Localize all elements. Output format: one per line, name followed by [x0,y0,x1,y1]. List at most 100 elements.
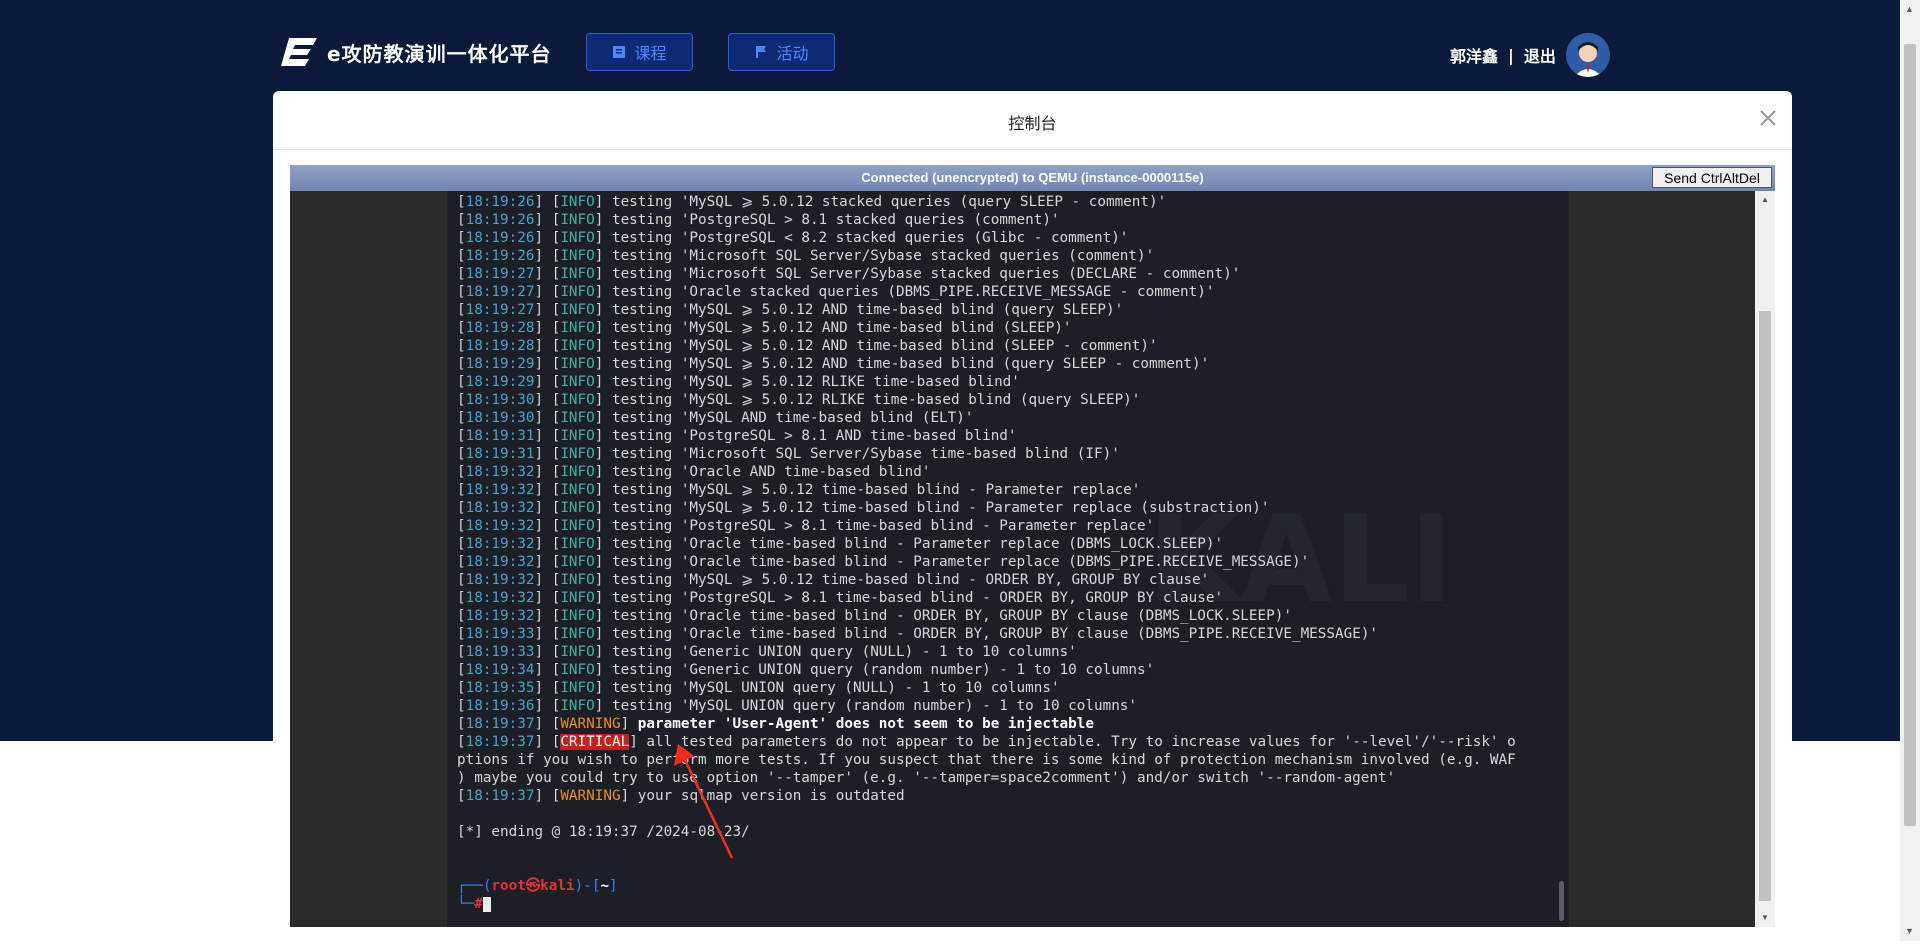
vnc-scrollbar-thumb[interactable] [1759,311,1771,901]
log-line: [18:19:34] [INFO] testing 'Generic UNION… [457,662,1155,678]
log-timestamp: 18:19:26 [465,212,535,228]
log-level: INFO [560,662,595,678]
log-line: [18:19:27] [INFO] testing 'MySQL ⩾ 5.0.1… [457,302,1124,318]
nav-activity-button[interactable]: 活动 [728,33,835,71]
scroll-down-icon[interactable]: ▼ [1905,926,1914,936]
brand-logo[interactable]: e攻防教演训一体化平台 [281,36,552,68]
log-line: [18:19:28] [INFO] testing 'MySQL ⩾ 5.0.1… [457,338,1158,354]
log-level: INFO [560,608,595,624]
log-message: testing 'Oracle time-based blind - ORDER… [603,608,1292,624]
log-level: INFO [560,464,595,480]
page-scrollbar-thumb[interactable] [1904,44,1916,826]
vnc-connection-status: Connected (unencrypted) to QEMU (instanc… [861,170,1204,185]
log-message: parameter 'User-Agent' does not seem to … [629,716,1094,732]
close-icon[interactable] [1753,103,1783,133]
log-message: ) maybe you could try to use option '--t… [457,770,1396,786]
brand-name: e攻防教演训一体化平台 [327,41,552,66]
terminal-screen[interactable]: KALI [18:19:26] [INFO] testing 'MySQL ⩾ … [447,191,1569,927]
log-message: testing 'Oracle time-based blind - Param… [603,536,1224,552]
log-message: testing 'PostgreSQL > 8.1 time-based bli… [603,590,1224,606]
prompt-frame: )-[ [574,878,601,894]
annotation-arrow-icon [674,744,734,859]
log-level: INFO [560,590,595,606]
log-level: INFO [560,392,595,408]
terminal-scrollbar[interactable] [1559,881,1564,921]
vnc-scroll-down-icon[interactable]: ▼ [1761,913,1769,922]
modal-title: 控制台 [1008,114,1057,133]
log-timestamp: 18:19:32 [465,554,535,570]
log-timestamp: 18:19:36 [465,698,535,714]
vnc-scroll-up-icon[interactable]: ▲ [1761,195,1769,204]
log-line: [18:19:32] [INFO] testing 'MySQL ⩾ 5.0.1… [457,572,1210,588]
log-line: [18:19:26] [INFO] testing 'MySQL ⩾ 5.0.1… [457,194,1167,210]
log-timestamp: 18:19:29 [465,374,535,390]
book-icon [613,46,626,58]
log-level: INFO [560,248,595,264]
log-line: [18:19:32] [INFO] testing 'Oracle time-b… [457,536,1224,552]
log-timestamp: 18:19:37 [465,734,535,750]
log-level: INFO [560,500,595,516]
log-level: INFO [560,572,595,588]
shell-input-line: └─# [457,895,1516,913]
log-timestamp: 18:19:32 [465,518,535,534]
log-message: all tested parameters do not appear to b… [637,734,1516,750]
log-level: INFO [560,230,595,246]
send-ctrlaltdel-button[interactable]: Send CtrlAltDel [1652,167,1772,188]
log-level: INFO [560,212,595,228]
log-message: testing 'PostgreSQL > 8.1 time-based bli… [603,518,1155,534]
log-message: testing 'Microsoft SQL Server/Sybase tim… [603,446,1120,462]
log-line: [18:19:29] [INFO] testing 'MySQL ⩾ 5.0.1… [457,356,1210,372]
log-line: [18:19:32] [INFO] testing 'PostgreSQL > … [457,590,1224,606]
log-line: [18:19:32] [INFO] testing 'Oracle time-b… [457,554,1310,570]
log-level: INFO [560,284,595,300]
log-level: INFO [560,266,595,282]
terminal-cursor[interactable] [482,896,491,912]
log-timestamp: 18:19:30 [465,410,535,426]
log-line: [18:19:28] [INFO] testing 'MySQL ⩾ 5.0.1… [457,320,1072,336]
vnc-canvas[interactable]: KALI [18:19:26] [INFO] testing 'MySQL ⩾ … [290,191,1755,927]
log-timestamp: 18:19:37 [465,788,535,804]
scroll-up-icon[interactable]: ▲ [1905,4,1914,14]
modal-header: 控制台 [273,91,1792,150]
log-message: testing 'MySQL ⩾ 5.0.12 AND time-based b… [603,320,1072,336]
log-line-critical: [18:19:37] [CRITICAL] all tested paramet… [457,734,1516,750]
log-line: [18:19:31] [INFO] testing 'PostgreSQL > … [457,428,1017,444]
log-level: INFO [560,320,595,336]
log-message: testing 'MySQL ⩾ 5.0.12 AND time-based b… [603,356,1210,372]
prompt-dir: ~ [600,878,610,894]
log-message: testing 'Generic UNION query (random num… [603,662,1155,678]
log-message: testing 'MySQL ⩾ 5.0.12 stacked queries … [603,194,1167,210]
logout-link[interactable]: 退出 [1524,43,1556,67]
prompt-hash: # [474,896,483,912]
log-line: [18:19:27] [INFO] testing 'Oracle stacke… [457,284,1215,300]
log-timestamp: 18:19:32 [465,572,535,588]
log-timestamp: 18:19:31 [465,428,535,444]
log-message: testing 'MySQL UNION query (NULL) - 1 to… [603,680,1060,696]
log-timestamp: 18:19:28 [465,338,535,354]
log-line-critical-cont: ptions if you wish to perform more tests… [457,751,1516,769]
log-level: INFO [560,554,595,570]
log-timestamp: 18:19:32 [465,608,535,624]
log-level: INFO [560,536,595,552]
page-scrollbar[interactable]: ▲ ▼ [1900,0,1920,941]
user-name[interactable]: 郭洋鑫 [1450,43,1498,67]
log-level: CRITICAL [560,734,630,750]
log-timestamp: 18:19:32 [465,500,535,516]
log-message: testing 'MySQL ⩾ 5.0.12 RLIKE time-based… [603,374,1020,390]
flag-icon [756,46,767,58]
nav-course-label: 课程 [634,44,667,63]
vnc-scrollbar[interactable]: ▲ ▼ [1755,191,1775,927]
log-line: [18:19:30] [INFO] testing 'MySQL ⩾ 5.0.1… [457,392,1141,408]
log-line-critical-cont: ) maybe you could try to use option '--t… [457,769,1516,787]
log-message: testing 'MySQL UNION query (random numbe… [603,698,1138,714]
avatar[interactable] [1565,33,1610,77]
log-line: [18:19:32] [INFO] testing 'Oracle AND ti… [457,464,931,480]
prompt-frame: ] [609,878,618,894]
log-timestamp: 18:19:26 [465,230,535,246]
nav-course-button[interactable]: 课程 [586,33,693,71]
log-line: [18:19:32] [INFO] testing 'PostgreSQL > … [457,518,1155,534]
log-timestamp: 18:19:35 [465,680,535,696]
ending-line: [*] ending @ 18:19:37 /2024-08-23/ [457,823,1516,841]
